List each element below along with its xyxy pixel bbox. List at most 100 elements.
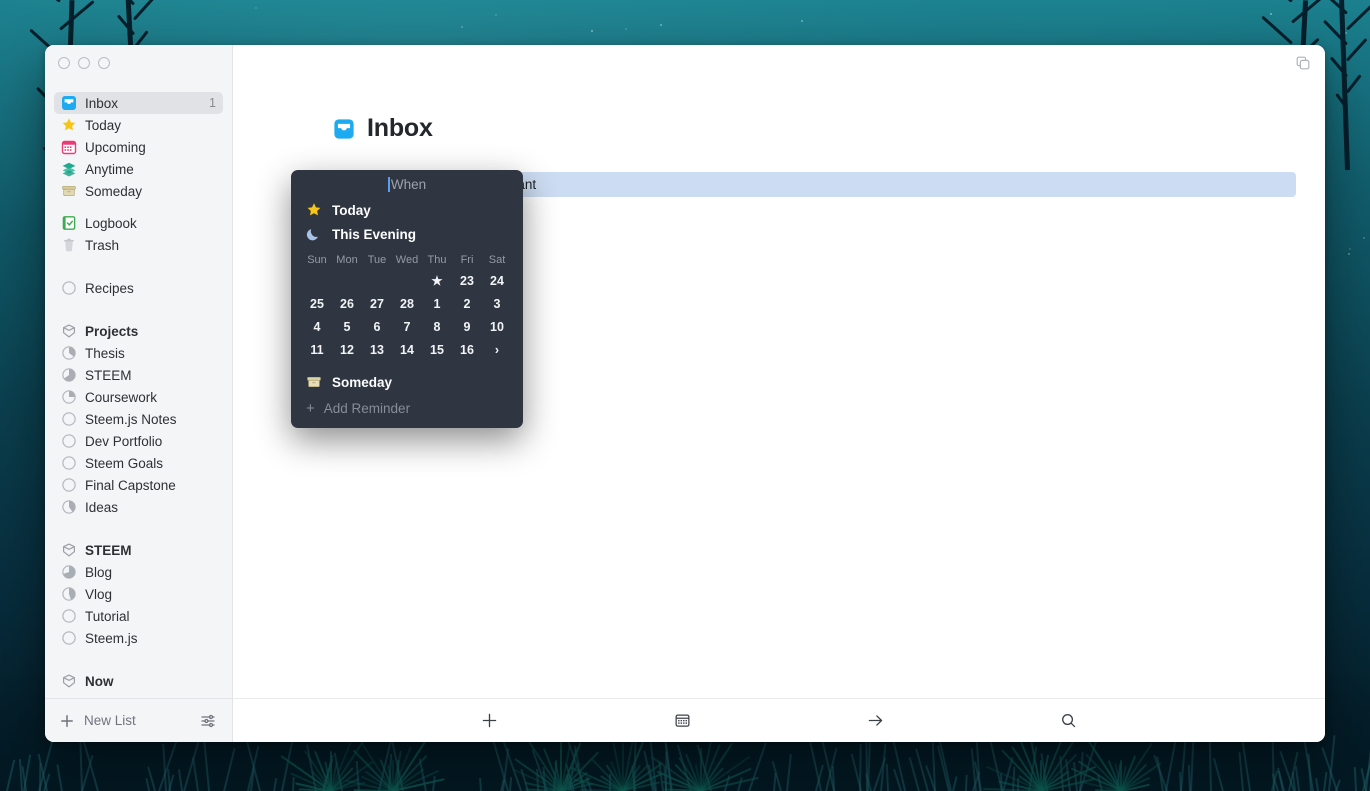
calendar-day[interactable]: 3 xyxy=(482,292,512,315)
calendar-week-row: 4 5 6 7 8 9 10 xyxy=(302,315,512,338)
area-icon xyxy=(61,542,77,558)
area-icon xyxy=(61,673,77,689)
sidebar-item-upcoming[interactable]: Upcoming xyxy=(54,136,223,158)
sidebar-divider-3 xyxy=(45,299,232,320)
calendar-day[interactable]: 8 xyxy=(422,315,452,338)
calendar-day[interactable]: 10 xyxy=(482,315,512,338)
inbox-icon xyxy=(333,118,355,140)
when-option-label: This Evening xyxy=(332,226,417,242)
sidebar-item-tutorial[interactable]: Tutorial xyxy=(54,605,223,627)
sidebar-item-today[interactable]: Today xyxy=(54,114,223,136)
sidebar-divider-4 xyxy=(45,518,232,539)
logbook-icon xyxy=(61,215,77,231)
sidebar-item-anytime[interactable]: Anytime xyxy=(54,158,223,180)
sidebar-item-label: Blog xyxy=(85,564,113,580)
sidebar-item-steemjs[interactable]: Steem.js xyxy=(54,627,223,649)
app-window: Inbox 1 Today Upcoming Anytime Someday L… xyxy=(45,45,1325,742)
sidebar: Inbox 1 Today Upcoming Anytime Someday L… xyxy=(45,45,233,742)
sidebar-item-blog[interactable]: Blog xyxy=(54,561,223,583)
calendar-day[interactable]: 27 xyxy=(362,292,392,315)
star-icon xyxy=(61,117,77,133)
zoom-button[interactable] xyxy=(98,57,110,69)
plus-icon xyxy=(59,713,75,729)
calendar-day[interactable]: 25 xyxy=(302,292,332,315)
sidebar-group-header[interactable]: Projects xyxy=(54,320,223,342)
sidebar-item-ideas[interactable]: Ideas xyxy=(54,496,223,518)
when-option-someday[interactable]: Someday xyxy=(291,370,523,394)
calendar-next-month-button[interactable]: › xyxy=(482,338,512,361)
sliders-icon[interactable] xyxy=(200,713,216,729)
calendar-day[interactable]: 7 xyxy=(392,315,422,338)
trash-icon xyxy=(61,237,77,253)
weekday-header: Sun xyxy=(307,254,327,266)
sidebar-scroll-area[interactable]: Inbox 1 Today Upcoming Anytime Someday L… xyxy=(45,81,232,698)
schedule-button[interactable] xyxy=(666,708,700,734)
minimize-button[interactable] xyxy=(78,57,90,69)
window-controls xyxy=(45,45,232,81)
calendar-today-marker[interactable]: ★ xyxy=(422,269,452,292)
sidebar-item-final-capstone[interactable]: Final Capstone xyxy=(54,474,223,496)
calendar-day[interactable]: 5 xyxy=(332,315,362,338)
duplicate-windows-icon[interactable] xyxy=(1295,55,1311,71)
sidebar-item-inbox[interactable]: Inbox 1 xyxy=(54,92,223,114)
sidebar-item-steemjs-notes[interactable]: Steem.js Notes xyxy=(54,408,223,430)
calendar-day xyxy=(362,269,392,292)
sidebar-item-logbook[interactable]: Logbook xyxy=(54,212,223,234)
sidebar-item-someday[interactable]: Someday xyxy=(54,180,223,202)
sidebar-item-recipes[interactable]: Recipes xyxy=(54,277,223,299)
sidebar-group-header[interactable]: STEEM xyxy=(54,539,223,561)
add-reminder-button[interactable]: + Add Reminder xyxy=(291,396,523,420)
when-placeholder: When xyxy=(390,176,427,192)
sidebar-item-vlog[interactable]: Vlog xyxy=(54,583,223,605)
sidebar-item-thesis[interactable]: Thesis xyxy=(54,342,223,364)
sidebar-divider-1 xyxy=(45,202,232,212)
calendar-weekday-row: Sun Mon Tue Wed Thu Fri Sat xyxy=(302,254,512,269)
text-caret xyxy=(387,176,390,192)
sidebar-item-label: Dev Portfolio xyxy=(85,433,163,449)
new-list-label: New List xyxy=(84,713,136,728)
when-input[interactable]: When xyxy=(291,170,523,198)
calendar-day[interactable]: 1 xyxy=(422,292,452,315)
calendar-day[interactable]: 28 xyxy=(392,292,422,315)
new-list-button[interactable]: New List xyxy=(59,713,136,729)
sidebar-item-steem[interactable]: STEEM xyxy=(54,364,223,386)
calendar-day[interactable]: 15 xyxy=(422,338,452,361)
search-button[interactable] xyxy=(1052,708,1086,734)
sidebar-group-header[interactable]: Now xyxy=(54,670,223,692)
close-button[interactable] xyxy=(58,57,70,69)
when-option-today[interactable]: Today xyxy=(291,198,523,222)
when-popover[interactable]: When Today This Evening Sun Mon Tue Wed … xyxy=(291,170,523,428)
calendar-day[interactable]: 12 xyxy=(332,338,362,361)
main-topbar xyxy=(233,45,1325,81)
weekday-header: Tue xyxy=(367,254,387,266)
calendar-day[interactable]: 16 xyxy=(452,338,482,361)
sidebar-item-trash[interactable]: Trash xyxy=(54,234,223,256)
calendar-day[interactable]: 2 xyxy=(452,292,482,315)
calendar-day[interactable]: 6 xyxy=(362,315,392,338)
sidebar-item-label: Tutorial xyxy=(85,608,130,624)
calendar-day[interactable]: 14 xyxy=(392,338,422,361)
move-button[interactable] xyxy=(859,708,893,734)
calendar-day[interactable]: 26 xyxy=(332,292,362,315)
new-todo-button[interactable] xyxy=(473,708,507,734)
sidebar-item-dev-portfolio[interactable]: Dev Portfolio xyxy=(54,430,223,452)
sidebar-item-coursework[interactable]: Coursework xyxy=(54,386,223,408)
calendar-day[interactable]: 24 xyxy=(482,269,512,292)
calendar-day xyxy=(302,269,332,292)
calendar-day[interactable]: 4 xyxy=(302,315,332,338)
sidebar-group-label: Now xyxy=(85,673,114,689)
sidebar-item-steem-goals[interactable]: Steem Goals xyxy=(54,452,223,474)
calendar-day[interactable]: 11 xyxy=(302,338,332,361)
sidebar-item-label: Final Capstone xyxy=(85,477,176,493)
sidebar-item-label: Recipes xyxy=(85,280,134,296)
weekday-header: Mon xyxy=(336,254,358,266)
calendar-grid[interactable]: Sun Mon Tue Wed Thu Fri Sat ★ 23 24 25 2… xyxy=(302,254,512,361)
calendar-day[interactable]: 23 xyxy=(452,269,482,292)
when-option-this-evening[interactable]: This Evening xyxy=(291,222,523,246)
calendar-day[interactable]: 13 xyxy=(362,338,392,361)
main-footer-toolbar xyxy=(233,698,1325,742)
progress-icon xyxy=(61,477,77,493)
calendar-day[interactable]: 9 xyxy=(452,315,482,338)
calendar-day xyxy=(392,269,422,292)
sidebar-divider-2 xyxy=(45,256,232,277)
